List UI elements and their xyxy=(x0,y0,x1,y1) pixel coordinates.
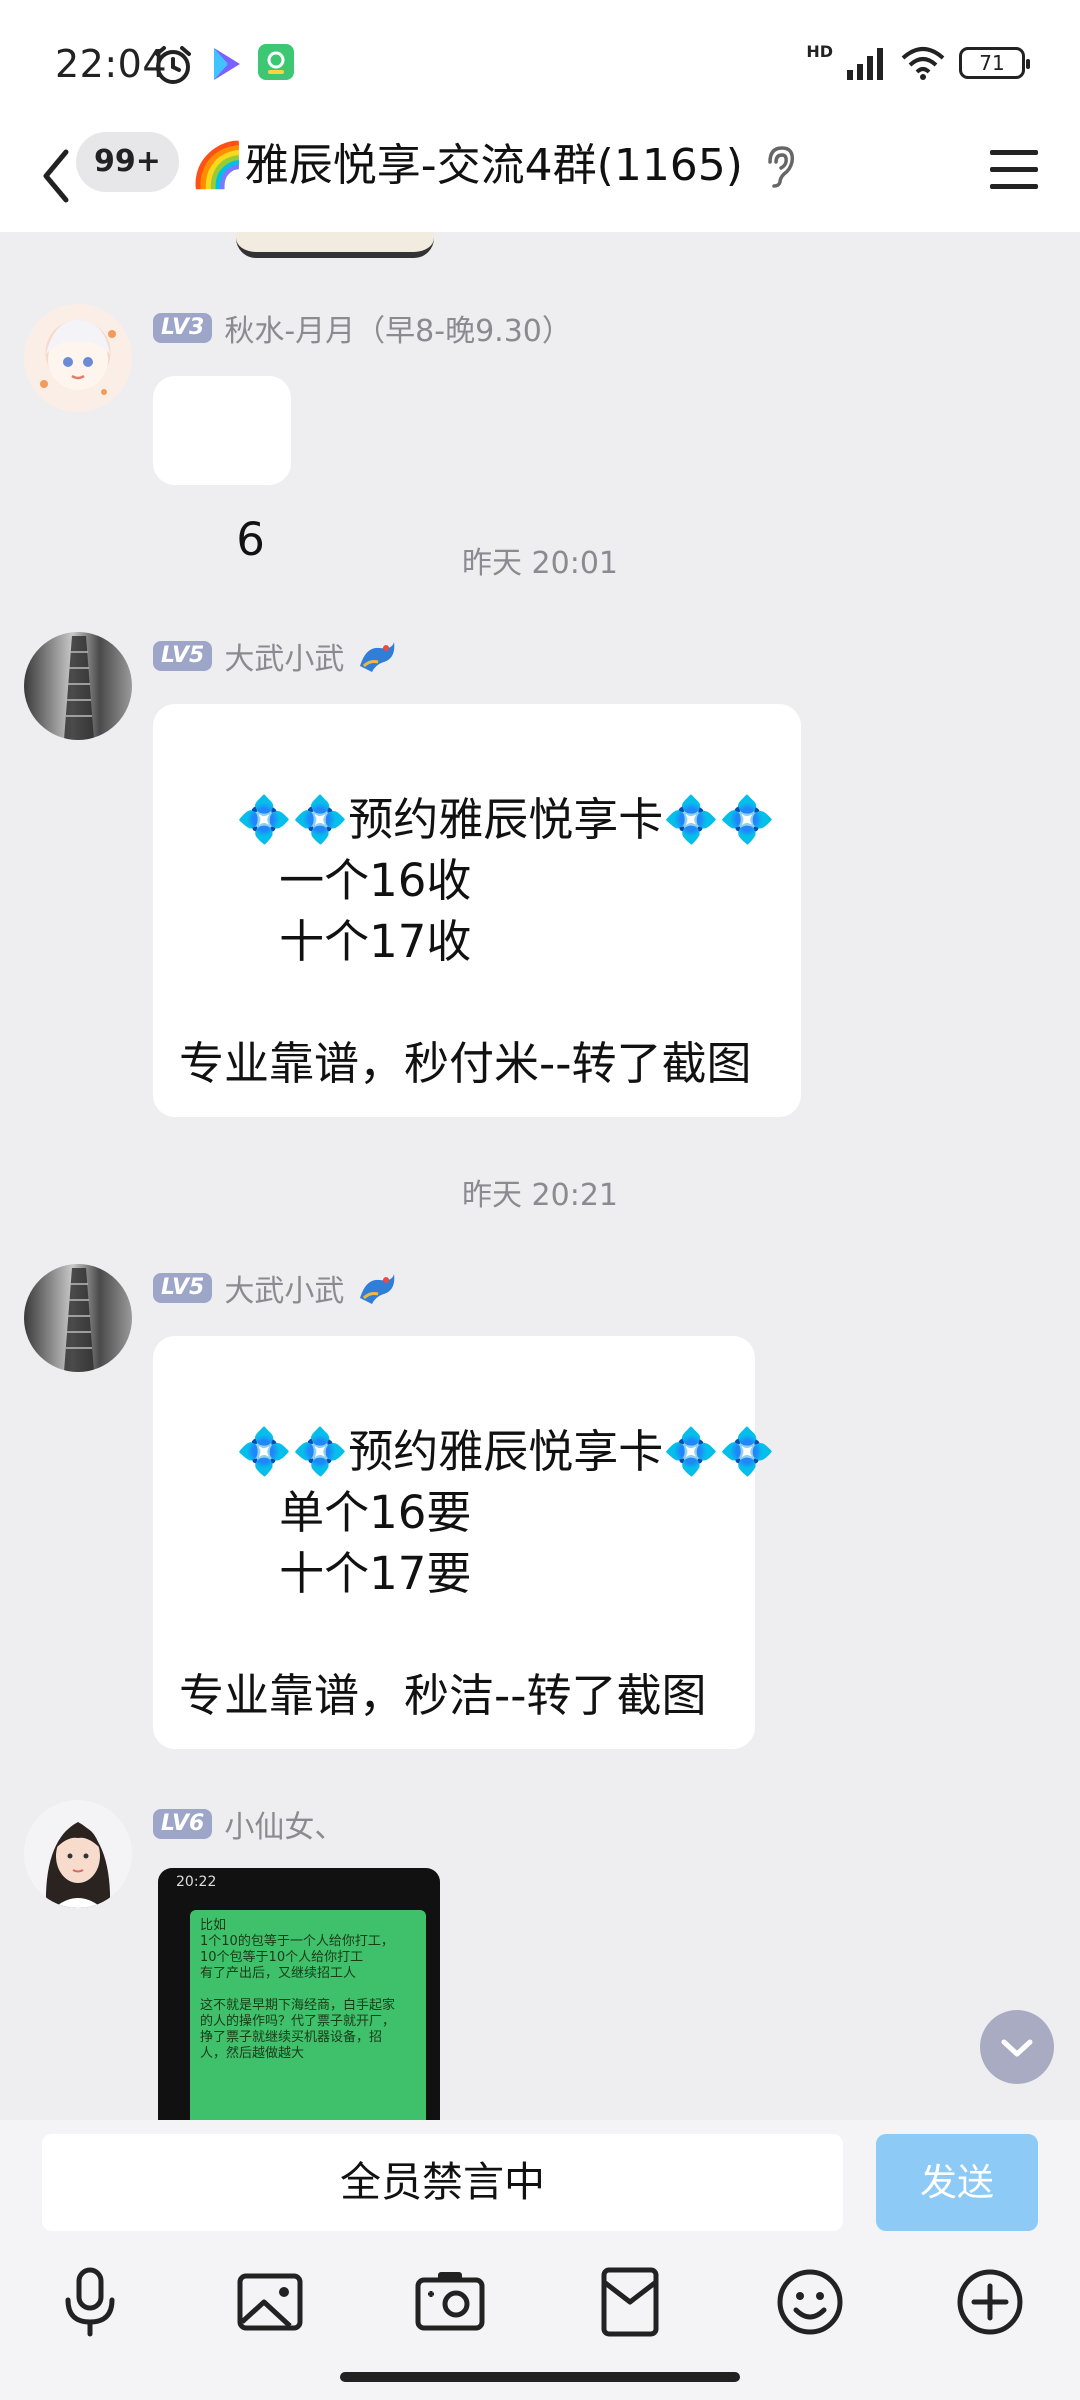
network-label: HD xyxy=(806,42,833,61)
message-bubble[interactable]: 💠💠预约雅辰悦享卡💠💠 一个16收 十个17收 专业靠谱，秒付米--转了截图 xyxy=(153,704,801,1117)
scroll-to-bottom-button[interactable] xyxy=(980,2010,1054,2084)
chat-header: 99+ 🌈雅辰悦享-交流4群(1165) xyxy=(0,120,1080,232)
image-text-line: 10个包等于10个人给你打工 xyxy=(200,1950,364,1965)
ear-icon[interactable] xyxy=(762,144,798,188)
chat-screenshot-image[interactable]: 20:22 比如 1个10的包等于一个人给你打工， 10个包等于10个人给你打工 有了… xyxy=(158,1868,440,2120)
building-avatar-icon xyxy=(64,636,94,740)
avatar[interactable] xyxy=(24,632,132,740)
image-icon[interactable] xyxy=(230,2262,310,2342)
wifi-icon xyxy=(901,47,945,80)
image-text-line: 有了产出后，又继续招工人 xyxy=(200,1966,357,1981)
plus-circle-icon[interactable] xyxy=(950,2262,1030,2342)
video-app-icon xyxy=(214,48,240,80)
message-text: 💠💠预约雅辰悦享卡💠💠 一个16收 十个17收 专业靠谱，秒付米--转了截图 xyxy=(179,793,776,1090)
app-icon xyxy=(258,44,294,80)
battery-icon: 71 xyxy=(959,47,1030,79)
message-list[interactable]: LV3 秋水-月月（早8-晚9.30） 6 昨天 20:01 LV5 大武小武 … xyxy=(0,232,1080,2120)
sender-name[interactable]: 大武小武 xyxy=(224,634,344,678)
anime-avatar-icon xyxy=(40,320,116,395)
avatar[interactable] xyxy=(24,1264,132,1372)
send-button[interactable]: 发送 xyxy=(876,2134,1038,2231)
previous-image-fragment[interactable] xyxy=(236,232,434,258)
level-badge: LV5 xyxy=(153,1273,213,1303)
message-text: 💠💠预约雅辰悦享卡💠💠 单个16要 十个17要 专业靠谱，秒洁--转了截图 xyxy=(179,1425,776,1722)
status-bar: 22:04 HD 71 xyxy=(0,0,1080,120)
sender-line: LV3 秋水-月月（早8-晚9.30） xyxy=(153,306,572,350)
image-status-time: 20:22 xyxy=(176,1874,217,1890)
home-indicator[interactable] xyxy=(340,2372,740,2382)
timestamp: 昨天 20:01 xyxy=(462,546,618,581)
input-bar: 全员禁言中 发送 xyxy=(0,2120,1080,2242)
level-badge: LV6 xyxy=(153,1809,213,1839)
menu-icon[interactable] xyxy=(984,140,1044,200)
image-text-line: 比如 xyxy=(200,1918,227,1933)
image-text-line xyxy=(200,1982,416,1998)
level-badge: LV5 xyxy=(153,641,213,671)
sender-line: LV6 小仙女、 xyxy=(153,1802,344,1846)
sender-name[interactable]: 大武小武 xyxy=(224,1266,344,1310)
status-time: 22:04 xyxy=(55,42,168,86)
red-packet-icon[interactable] xyxy=(590,2262,670,2342)
battery-level: 71 xyxy=(979,51,1005,75)
muted-input-field[interactable]: 全员禁言中 xyxy=(42,2134,843,2231)
microphone-icon[interactable] xyxy=(50,2262,130,2342)
alarm-icon xyxy=(155,46,191,84)
avatar[interactable] xyxy=(24,304,132,412)
group-title[interactable]: 🌈雅辰悦享-交流4群(1165) xyxy=(190,136,743,196)
image-text-line: 挣了票子就继续买机器设备，招 xyxy=(200,2030,383,2045)
sender-name[interactable]: 秋水-月月（早8-晚9.30） xyxy=(224,306,572,350)
dragon-badge-icon xyxy=(360,1274,395,1304)
sender-line: LV5 大武小武 xyxy=(153,634,398,678)
sender-line: LV5 大武小武 xyxy=(153,1266,398,1310)
avatar[interactable] xyxy=(24,1800,132,1908)
emoji-icon[interactable] xyxy=(770,2262,850,2342)
girl-avatar-icon xyxy=(45,1822,111,1908)
image-text-line: 的人的操作吗？代了票子就开厂， xyxy=(200,2014,396,2029)
sender-name[interactable]: 小仙女、 xyxy=(224,1802,344,1846)
level-badge: LV3 xyxy=(153,313,213,343)
dragon-badge-icon xyxy=(360,642,395,672)
image-green-bubble: 比如 1个10的包等于一个人给你打工， 10个包等于10个人给你打工 有了产出后，又继… xyxy=(190,1910,426,2120)
message-bubble[interactable]: 💠💠预约雅辰悦享卡💠💠 单个16要 十个17要 专业靠谱，秒洁--转了截图 xyxy=(153,1336,775,1749)
chevron-down-icon xyxy=(1001,2039,1033,2057)
message-bubble[interactable]: 6 xyxy=(153,376,291,566)
timestamp: 昨天 20:21 xyxy=(462,1178,618,1213)
image-text-line: 1个10的包等于一个人给你打工， xyxy=(200,1934,394,1949)
unread-count-badge[interactable]: 99+ xyxy=(76,132,179,192)
image-text-line: 这不就是早期下海经商，白手起家 xyxy=(200,1998,396,2013)
image-text-line: 人，然后越做越大 xyxy=(200,2046,305,2061)
building-avatar-icon xyxy=(64,1268,94,1372)
signal-icon xyxy=(847,48,883,80)
camera-icon[interactable] xyxy=(410,2262,490,2342)
